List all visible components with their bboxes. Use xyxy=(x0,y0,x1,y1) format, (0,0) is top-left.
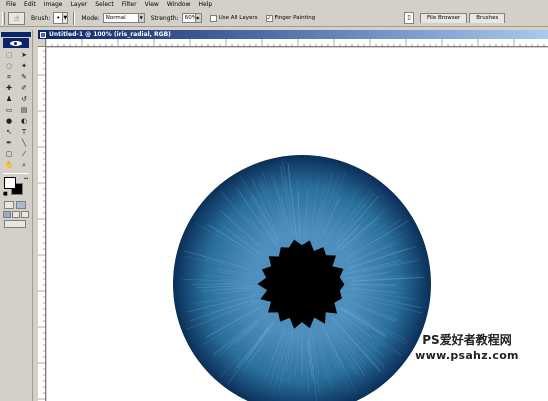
standard-mode-button[interactable] xyxy=(4,201,14,209)
color-swatches: ↔ ■ xyxy=(3,176,29,198)
menu-view[interactable]: View xyxy=(141,0,163,10)
mode-value: Normal xyxy=(105,15,126,21)
strength-label: Strength: xyxy=(150,14,179,22)
gradient-tool-icon[interactable]: ▤ xyxy=(17,105,31,115)
screen-mode-row xyxy=(0,210,32,219)
finger-painting-checkbox[interactable]: ✓ xyxy=(265,14,273,22)
strength-input[interactable]: 60% ▶ xyxy=(181,13,202,23)
type-tool-icon[interactable]: T xyxy=(17,127,31,137)
separator xyxy=(73,11,76,25)
toolbox-divider xyxy=(3,173,29,174)
finger-painting-label: Finger Painting xyxy=(274,15,316,21)
brush-preview[interactable]: • xyxy=(53,12,64,24)
horizontal-ruler[interactable] xyxy=(45,39,548,47)
foreground-color-swatch[interactable] xyxy=(4,177,16,189)
watermark-url: www.psahz.com xyxy=(415,349,519,362)
brush-label: Brush: xyxy=(31,14,51,22)
hand-tool-icon[interactable]: ✋ xyxy=(2,160,16,170)
use-all-layers-label: Use All Layers xyxy=(218,15,258,21)
notes-tool-icon[interactable]: ▢ xyxy=(2,149,16,159)
document-title-bar[interactable]: Untitled-1 @ 100% (iris_radial, RGB) xyxy=(38,30,548,39)
brush-tool-icon[interactable]: ✐ xyxy=(17,83,31,93)
adobe-online-button[interactable] xyxy=(3,38,29,48)
brush-tip-icon: • xyxy=(56,14,61,22)
document-title: Untitled-1 @ 100% (iris_radial, RGB) xyxy=(49,31,171,38)
eyedropper-tool-icon[interactable]: ⁄ xyxy=(17,149,31,159)
chevron-down-icon: ▼ xyxy=(137,14,144,22)
pen-tool-icon[interactable]: ✒ xyxy=(2,138,16,148)
shape-tool-icon[interactable]: ╲ xyxy=(17,138,31,148)
full-screen-menu-mode-button[interactable] xyxy=(12,211,20,218)
chevron-right-icon: ▶ xyxy=(194,14,201,22)
default-colors-icon[interactable]: ■ xyxy=(3,191,8,197)
checkmark-icon: ✓ xyxy=(266,14,272,22)
watermark: PS爱好者教程网 www.psahz.com xyxy=(392,333,542,363)
menu-layer[interactable]: Layer xyxy=(66,0,91,10)
history-brush-tool-icon[interactable]: ↺ xyxy=(17,94,31,104)
slice-tool-icon[interactable]: ✎ xyxy=(17,72,31,82)
move-tool-icon[interactable]: ➤ xyxy=(17,50,31,60)
toolbox: ⬚ ➤ ◌ ✦ ⌗ ✎ ✚ ✐ ♟ ↺ ▭ ▤ ● ◐ ↖ T ✒ ╲ ▢ ⁄ … xyxy=(0,30,33,401)
menu-help[interactable]: Help xyxy=(195,0,217,10)
options-bar: ☝ Brush: • ▼ Mode: Normal ▼ Strength: 60… xyxy=(0,10,548,27)
menu-filter[interactable]: Filter xyxy=(118,0,141,10)
document-icon xyxy=(40,31,46,38)
crop-tool-icon[interactable]: ⌗ xyxy=(2,72,16,82)
mode-select[interactable]: Normal ▼ xyxy=(102,13,145,23)
palette-well-button[interactable]: ▯ xyxy=(404,12,414,24)
path-selection-tool-icon[interactable]: ↖ xyxy=(2,127,16,137)
menu-edit[interactable]: Edit xyxy=(20,0,40,10)
ruler-origin[interactable] xyxy=(38,39,46,47)
eye-logo-icon xyxy=(10,40,22,46)
menu-image[interactable]: Image xyxy=(40,0,67,10)
magic-wand-tool-icon[interactable]: ✦ xyxy=(17,61,31,71)
watermark-site-name: PS爱好者教程网 xyxy=(422,333,512,347)
clone-stamp-tool-icon[interactable]: ♟ xyxy=(2,94,16,104)
menu-select[interactable]: Select xyxy=(91,0,118,10)
mode-label: Mode: xyxy=(81,14,100,22)
options-bar-grip[interactable] xyxy=(2,11,5,25)
full-screen-mode-button[interactable] xyxy=(21,211,29,218)
standard-screen-mode-button[interactable] xyxy=(3,211,11,218)
healing-brush-tool-icon[interactable]: ✚ xyxy=(2,83,16,93)
eraser-tool-icon[interactable]: ▭ xyxy=(2,105,16,115)
menu-window[interactable]: Window xyxy=(163,0,195,10)
swap-colors-icon[interactable]: ↔ xyxy=(24,176,28,182)
jump-to-imageready-button[interactable] xyxy=(4,220,26,228)
toolbox-title-bar[interactable] xyxy=(1,32,31,37)
tab-brushes[interactable]: Brushes xyxy=(469,13,506,23)
quick-mask-mode-button[interactable] xyxy=(16,201,26,209)
vertical-ruler[interactable] xyxy=(38,38,46,401)
brush-dropdown-arrow[interactable]: ▼ xyxy=(63,12,69,24)
menu-bar: File Edit Image Layer Select Filter View… xyxy=(0,0,548,10)
marquee-tool-icon[interactable]: ⬚ xyxy=(2,50,16,60)
lasso-tool-icon[interactable]: ◌ xyxy=(2,61,16,71)
palette-well-tabs: File Browser Brushes xyxy=(420,13,507,23)
smudge-icon: ☝ xyxy=(14,13,19,23)
tool-preset-picker[interactable]: ☝ xyxy=(8,11,25,25)
menu-file[interactable]: File xyxy=(2,0,20,10)
dodge-tool-icon[interactable]: ◐ xyxy=(17,116,31,126)
use-all-layers-checkbox[interactable] xyxy=(209,14,217,22)
edit-mode-row xyxy=(0,200,32,210)
tab-file-browser[interactable]: File Browser xyxy=(420,13,468,23)
tool-grid: ⬚ ➤ ◌ ✦ ⌗ ✎ ✚ ✐ ♟ ↺ ▭ ▤ ● ◐ ↖ T ✒ ╲ ▢ ⁄ … xyxy=(0,49,32,171)
jump-to-row xyxy=(0,219,32,229)
blur-tool-icon[interactable]: ● xyxy=(2,116,16,126)
document-icon: ▯ xyxy=(407,14,411,21)
zoom-tool-icon[interactable]: ⌕ xyxy=(17,160,31,170)
